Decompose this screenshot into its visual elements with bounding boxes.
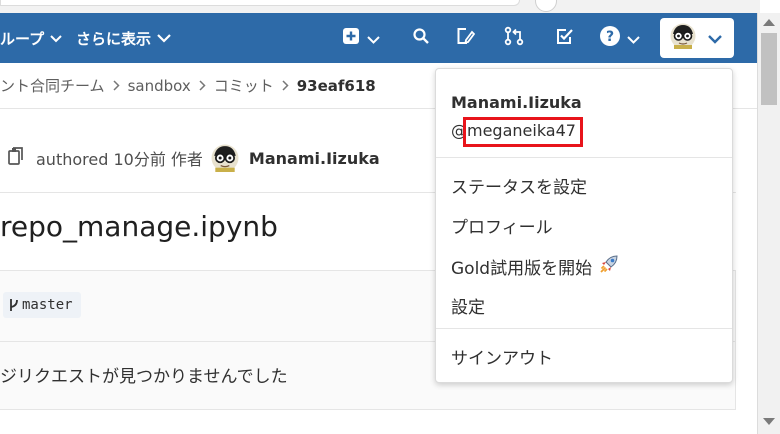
svg-text:?: ?	[606, 29, 614, 45]
new-item-button[interactable]	[342, 26, 380, 50]
search-button[interactable]	[412, 26, 430, 50]
divider	[436, 157, 732, 158]
breadcrumb-project-link[interactable]: sandbox	[128, 77, 191, 95]
chevron-right-icon	[113, 77, 120, 95]
page-scrollbar[interactable]	[757, 13, 780, 434]
authored-text: authored 10分前 作者	[36, 150, 203, 169]
highlight-box	[463, 117, 583, 147]
todo-checkbox-icon	[555, 27, 574, 50]
gold-trial-label: Gold試用版を開始	[451, 259, 593, 279]
user-menu-button[interactable]	[660, 18, 734, 58]
chevron-down-icon	[50, 29, 62, 47]
merge-request-icon	[504, 26, 524, 50]
divider	[436, 328, 732, 329]
scroll-down-arrow-icon[interactable]	[763, 418, 775, 425]
breadcrumb-commit-sha[interactable]: 93eaf618	[297, 77, 376, 95]
breadcrumb-commits-link[interactable]: コミット	[214, 75, 274, 96]
scroll-up-arrow-icon[interactable]	[763, 19, 775, 26]
branch-badge[interactable]: master	[3, 292, 81, 318]
chevron-down-icon	[157, 29, 171, 47]
browser-top-strip	[0, 0, 760, 13]
browser-button-remnant	[535, 0, 557, 12]
more-menu[interactable]: さらに表示	[76, 13, 171, 63]
breadcrumb-group-link[interactable]: ント合同チーム	[0, 75, 105, 96]
sign-out-item[interactable]: サインアウト	[451, 344, 553, 369]
plus-square-icon	[342, 27, 360, 49]
branch-name: master	[22, 297, 73, 313]
top-navbar: ループ さらに表示 ?	[0, 13, 757, 63]
set-status-item[interactable]: ステータスを設定	[451, 173, 587, 198]
scroll-thumb[interactable]	[761, 33, 777, 105]
avatar	[670, 23, 696, 53]
merge-requests-button[interactable]	[504, 26, 524, 50]
chevron-down-icon	[708, 29, 722, 48]
gold-trial-item[interactable]: Gold試用版を開始	[451, 253, 620, 280]
groups-menu[interactable]: ループ	[0, 13, 62, 63]
search-icon	[412, 27, 430, 49]
chevron-down-icon	[627, 29, 640, 48]
help-button[interactable]: ?	[599, 26, 640, 50]
chevron-right-icon	[282, 77, 289, 95]
commit-author-link[interactable]: Manami.Iizuka	[249, 149, 380, 168]
settings-item[interactable]: 設定	[451, 293, 485, 318]
chevron-down-icon	[367, 29, 380, 48]
branch-icon	[9, 298, 19, 312]
chevron-right-icon	[199, 77, 206, 95]
copy-clipboard-icon[interactable]	[8, 146, 24, 170]
issues-button[interactable]	[455, 26, 476, 50]
issues-icon	[455, 26, 476, 50]
todos-button[interactable]	[555, 26, 574, 50]
page-title: repo_manage.ipynb	[0, 210, 278, 243]
more-menu-label: さらに表示	[76, 29, 152, 48]
user-display-name: Manami.Iizuka	[451, 93, 582, 112]
user-dropdown-menu: Manami.Iizuka @meganeika47 ステータスを設定 プロフィ…	[435, 68, 733, 383]
help-icon: ?	[599, 25, 621, 51]
no-merge-requests-text: ジリクエストが見つかりませんでした	[0, 367, 288, 387]
rocket-icon	[598, 253, 620, 280]
profile-item[interactable]: プロフィール	[451, 213, 553, 238]
groups-menu-label: ループ	[0, 29, 45, 48]
avatar[interactable]	[211, 144, 239, 172]
address-bar-remnant	[0, 0, 520, 6]
commit-meta: authored 10分前 作者 Manami.Iizuka	[0, 135, 380, 181]
